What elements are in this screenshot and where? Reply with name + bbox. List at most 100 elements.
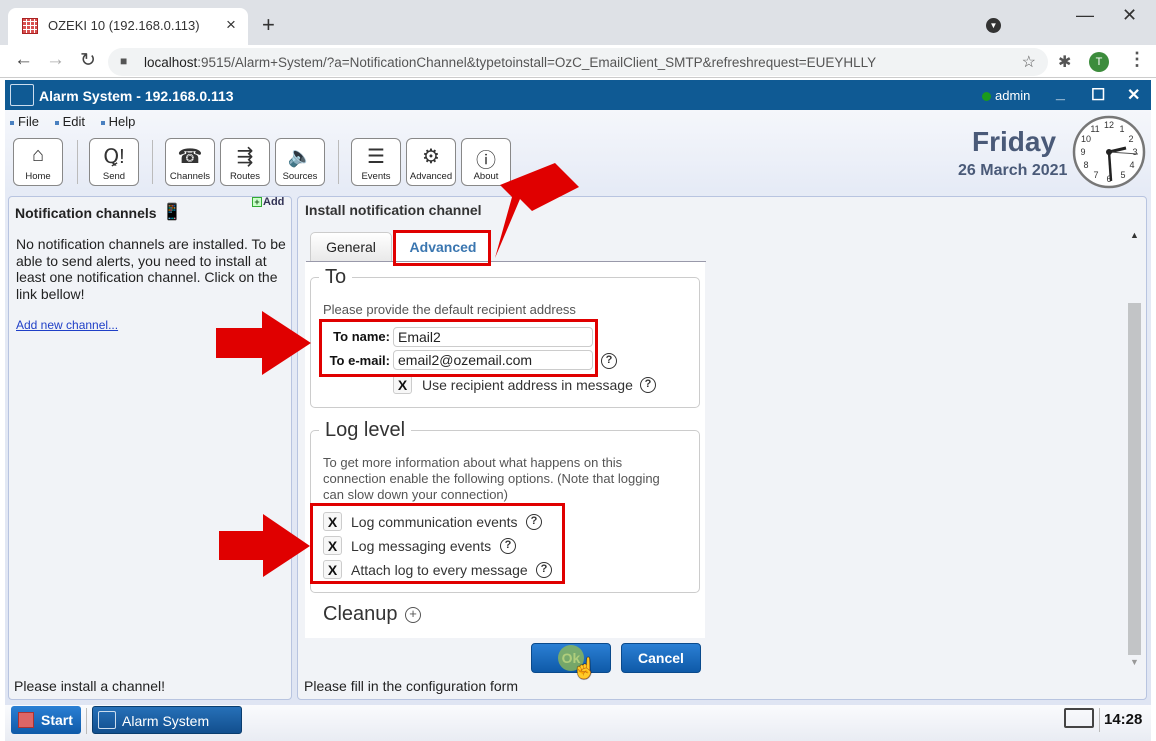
toolbar-separator bbox=[77, 140, 78, 184]
app-title: Alarm System - 192.168.0.113 bbox=[39, 88, 234, 104]
svg-text:10: 10 bbox=[1081, 134, 1091, 144]
bookmark-star-icon[interactable]: ☆ bbox=[1022, 52, 1036, 72]
toolbar-routes-button[interactable]: ⇶ Routes bbox=[220, 138, 270, 186]
red-arrow-shape bbox=[219, 514, 310, 577]
toolbar-send-button[interactable]: Ꝗ! Send bbox=[89, 138, 139, 186]
menu-help[interactable]: Help bbox=[101, 114, 136, 129]
ozeki-favicon-icon bbox=[22, 18, 38, 34]
notification-channels-title: Notification channels bbox=[15, 205, 157, 221]
toolbar-send-label: Send bbox=[102, 171, 126, 182]
reload-icon[interactable]: ↻ bbox=[80, 49, 96, 72]
gear-icon: ⚙ bbox=[422, 146, 440, 168]
analog-clock: 12 1234567891011 bbox=[1072, 115, 1146, 189]
browser-close-button[interactable]: ✕ bbox=[1122, 5, 1137, 26]
svg-text:1: 1 bbox=[1119, 124, 1124, 134]
alarm-system-icon bbox=[98, 711, 116, 729]
browser-tab-title: OZEKI 10 (192.168.0.113) bbox=[48, 18, 200, 33]
plus-icon: + bbox=[252, 197, 262, 207]
routes-icon: ⇶ bbox=[236, 146, 254, 168]
add-new-channel-link[interactable]: Add new channel... bbox=[16, 318, 118, 332]
online-status-icon bbox=[982, 92, 991, 101]
annotation-box-log-options bbox=[310, 503, 565, 584]
events-icon: ☰ bbox=[367, 146, 385, 168]
expand-plus-icon[interactable]: + bbox=[405, 607, 421, 623]
help-icon[interactable]: ? bbox=[601, 353, 617, 369]
install-channel-title: Install notification channel bbox=[305, 202, 482, 218]
svg-text:2: 2 bbox=[1128, 134, 1133, 144]
channels-icon: 📱 bbox=[162, 204, 182, 221]
clock-center bbox=[1106, 149, 1112, 155]
back-icon[interactable]: ← bbox=[14, 49, 33, 71]
svg-text:7: 7 bbox=[1093, 170, 1098, 180]
red-arrow-shape bbox=[495, 163, 579, 258]
scrollbar-thumb[interactable] bbox=[1128, 303, 1141, 655]
url-input[interactable]: ■ localhost:9515/Alarm+System/?a=Notific… bbox=[108, 48, 1048, 76]
recipient-description: Please provide the default recipient add… bbox=[323, 302, 576, 317]
scroll-down-icon[interactable]: ▼ bbox=[1130, 657, 1139, 667]
annotation-arrow-advanced bbox=[495, 163, 579, 258]
menu-edit[interactable]: Edit bbox=[55, 114, 85, 129]
toolbar-events-label: Events bbox=[361, 171, 391, 182]
use-recipient-label: Use recipient address in message bbox=[422, 377, 633, 393]
lock-icon: ■ bbox=[120, 54, 128, 68]
start-label: Start bbox=[41, 712, 73, 728]
new-tab-button[interactable]: + bbox=[262, 12, 275, 38]
svg-text:11: 11 bbox=[1090, 124, 1099, 134]
tab-search-icon[interactable]: ▼ bbox=[986, 18, 1001, 33]
user-name[interactable]: admin bbox=[995, 88, 1030, 103]
use-recipient-checkbox[interactable]: X bbox=[393, 375, 412, 394]
no-channels-message: No notification channels are installed. … bbox=[16, 236, 286, 302]
toolbar-sources-label: Sources bbox=[282, 171, 318, 182]
close-tab-icon[interactable]: × bbox=[226, 15, 236, 35]
cancel-button[interactable]: Cancel bbox=[621, 643, 701, 673]
right-status-text: Please fill in the configuration form bbox=[304, 678, 518, 694]
help-icon[interactable]: ? bbox=[640, 377, 656, 393]
svg-text:5: 5 bbox=[1120, 170, 1125, 180]
toolbar-events-button[interactable]: ☰ Events bbox=[351, 138, 401, 186]
cleanup-section-toggle[interactable]: Cleanup bbox=[323, 603, 398, 626]
taskbar-alarm-system[interactable]: Alarm System bbox=[92, 706, 242, 734]
scroll-up-icon[interactable]: ▲ bbox=[1130, 230, 1139, 240]
browser-tab[interactable]: OZEKI 10 (192.168.0.113) × bbox=[8, 8, 248, 45]
url-path: :9515/Alarm+System/?a=NotificationChanne… bbox=[197, 55, 877, 70]
sources-icon: 🔈 bbox=[287, 146, 313, 168]
send-icon: Ꝗ! bbox=[103, 146, 125, 168]
url-host: localhost bbox=[144, 55, 198, 70]
app-minimize-button[interactable]: _ bbox=[1056, 85, 1065, 103]
add-channel-button[interactable]: + Add bbox=[252, 196, 284, 208]
toolbar-advanced-button[interactable]: ⚙ Advanced bbox=[406, 138, 456, 186]
home-icon: ⌂ bbox=[31, 144, 45, 166]
extensions-icon[interactable]: ✱ bbox=[1058, 52, 1071, 72]
tab-general[interactable]: General bbox=[310, 232, 392, 262]
toolbar-advanced-label: Advanced bbox=[409, 171, 453, 182]
browser-minimize-button[interactable]: — bbox=[1076, 5, 1094, 26]
channels-icon: ☎ bbox=[177, 146, 203, 168]
app-maximize-button[interactable]: ☐ bbox=[1091, 85, 1105, 105]
red-arrow-shape bbox=[216, 311, 311, 375]
taskbar-clock: 14:28 bbox=[1104, 711, 1143, 728]
toolbar-home-button[interactable]: ⌂ Home bbox=[13, 138, 63, 186]
toolbar-home-label: Home bbox=[25, 171, 51, 182]
svg-text:9: 9 bbox=[1080, 147, 1085, 157]
toolbar-channels-label: Channels bbox=[169, 171, 211, 182]
toolbar-routes-label: Routes bbox=[229, 171, 261, 182]
log-level-legend: Log level bbox=[325, 419, 406, 441]
start-button[interactable]: Start bbox=[11, 706, 81, 734]
current-date: 26 March 2021 bbox=[958, 162, 1068, 179]
annotation-arrow-recipient bbox=[216, 311, 311, 375]
toolbar-channels-button[interactable]: ☎ Channels bbox=[165, 138, 215, 186]
app-close-button[interactable]: ✕ bbox=[1127, 85, 1140, 105]
taskbar-separator bbox=[1099, 708, 1100, 732]
svg-text:3: 3 bbox=[1132, 147, 1137, 157]
annotation-box-recipient bbox=[319, 319, 598, 377]
url-text: localhost:9515/Alarm+System/?a=Notificat… bbox=[144, 55, 876, 70]
toolbar-sources-button[interactable]: 🔈 Sources bbox=[275, 138, 325, 186]
forward-icon[interactable]: → bbox=[46, 49, 65, 71]
desktop-monitor-icon[interactable] bbox=[1064, 708, 1094, 728]
alarm-system-icon bbox=[10, 84, 34, 106]
annotation-box-advanced-tab bbox=[393, 230, 491, 266]
profile-avatar[interactable]: T bbox=[1089, 52, 1109, 72]
address-bar-row: ← → ↻ ■ localhost:9515/Alarm+System/?a=N… bbox=[0, 45, 1156, 78]
browser-menu-icon[interactable]: ⋮ bbox=[1128, 49, 1146, 70]
menu-file[interactable]: File bbox=[10, 114, 39, 129]
